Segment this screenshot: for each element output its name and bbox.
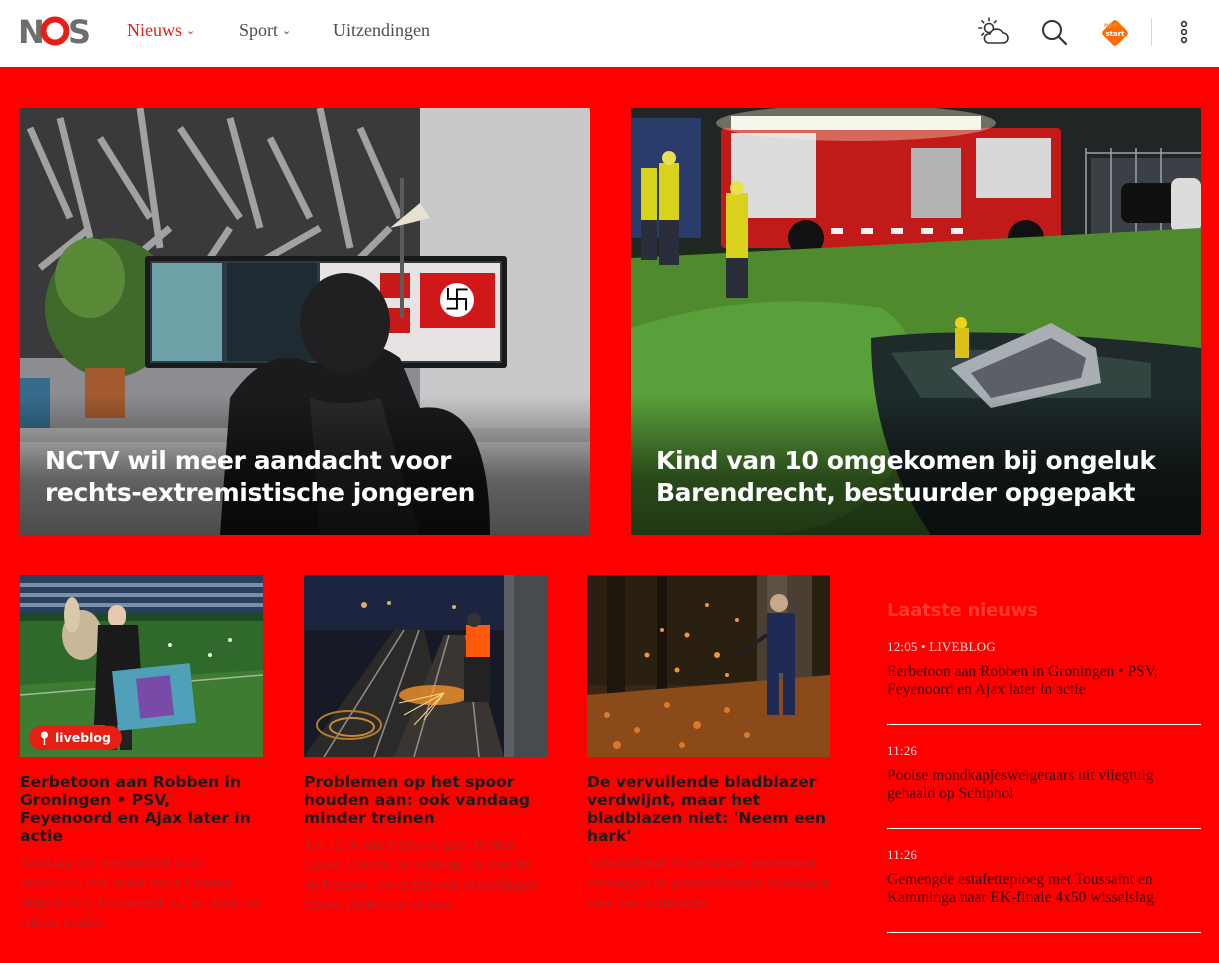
card-title-3: De vervuilende bladblazer verdwijnt, maa…	[587, 773, 827, 845]
hero-article-1[interactable]: 卐 NCTV wil meer aandacht voor rechts-ext…	[20, 108, 590, 535]
svg-text:卐: 卐	[444, 286, 470, 316]
location-pin-icon	[41, 731, 48, 745]
nav-nieuws-label: Nieuws	[127, 20, 182, 40]
article-card-1[interactable]: liveblog Eerbetoon aan Robben in Groning…	[20, 575, 263, 933]
latest-news-heading: Laatste nieuws	[887, 600, 1038, 621]
svg-text:start: start	[1105, 30, 1125, 38]
latest-news-panel: Laatste nieuws 12:05 • LIVEBLOG Eerbetoo…	[887, 600, 1201, 933]
hero-title-1: NCTV wil meer aandacht voor rechts-extre…	[45, 446, 476, 507]
card-description-2: Tot 15.00 uur rijden er geen treinen tus…	[304, 837, 538, 913]
more-options-icon[interactable]	[1168, 16, 1202, 50]
latest-news-meta: 11:26	[887, 743, 918, 758]
latest-news-text: Gemengde estafetteploeg met Toussaint en…	[887, 871, 1154, 906]
hero-article-2[interactable]: Kind van 10 omgekomen bij ongeluk Barend…	[631, 108, 1201, 535]
nav-uitzendingen-label: Uitzendingen	[333, 20, 430, 40]
latest-news-item[interactable]: 12:05 • LIVEBLOG Eerbetoon aan Robben in…	[887, 621, 1201, 725]
card-image-2	[304, 575, 547, 757]
card-description-1: Vandaag vijf wedstrijden in de eredivisi…	[20, 855, 261, 931]
nos-logo[interactable]: N S	[18, 14, 94, 48]
card-title-2: Problemen op het spoor houden aan: ook v…	[304, 773, 531, 827]
svg-text:npo: npo	[1104, 22, 1117, 29]
article-card-3[interactable]: De vervuilende bladblazer verdwijnt, maa…	[587, 575, 830, 913]
card-thumbnail-2	[304, 575, 547, 757]
npo-start-icon[interactable]: start npo	[1098, 16, 1132, 50]
chevron-down-icon: ⌄	[186, 25, 196, 37]
nav-uitzendingen[interactable]: Uitzendingen	[333, 20, 430, 41]
latest-news-text: Eerbetoon aan Robben in Groningen • PSV,…	[887, 663, 1158, 698]
nav-sport[interactable]: Sport ⌄	[239, 20, 291, 41]
top-navigation-bar: N S Nieuws ⌄ Sport ⌄ Uitzendingen start np…	[0, 0, 1219, 67]
search-icon[interactable]	[1037, 16, 1071, 50]
chevron-down-icon: ⌄	[282, 25, 292, 37]
svg-text:N: N	[18, 14, 44, 48]
latest-news-item[interactable]: 11:26 Gemengde estafetteploeg met Toussa…	[887, 829, 1201, 933]
liveblog-badge: liveblog	[29, 726, 122, 750]
card-description-3: Verschillende Nederlandse gemeenten verv…	[587, 855, 830, 911]
header-divider	[1151, 18, 1152, 46]
nav-nieuws[interactable]: Nieuws ⌄	[127, 20, 195, 41]
nav-sport-label: Sport	[239, 20, 279, 40]
liveblog-badge-label: liveblog	[55, 730, 111, 745]
svg-text:S: S	[68, 14, 91, 48]
hero-title-2: Kind van 10 omgekomen bij ongeluk Barend…	[656, 446, 1156, 507]
latest-news-meta: 11:26	[887, 847, 918, 862]
latest-news-item[interactable]: 11:26 Poolse mondkapjesweigeraars uit vl…	[887, 725, 1201, 829]
card-image-3	[587, 575, 830, 757]
article-card-2[interactable]: Problemen op het spoor houden aan: ook v…	[304, 575, 547, 915]
card-title-1: Eerbetoon aan Robben in Groningen • PSV,…	[20, 773, 251, 845]
card-thumbnail-3	[587, 575, 830, 757]
latest-news-meta: 12:05 • LIVEBLOG	[887, 639, 996, 654]
latest-news-text: Poolse mondkapjesweigeraars uit vliegtui…	[887, 767, 1154, 802]
card-thumbnail-1: liveblog	[20, 575, 263, 757]
weather-icon[interactable]	[976, 16, 1010, 50]
